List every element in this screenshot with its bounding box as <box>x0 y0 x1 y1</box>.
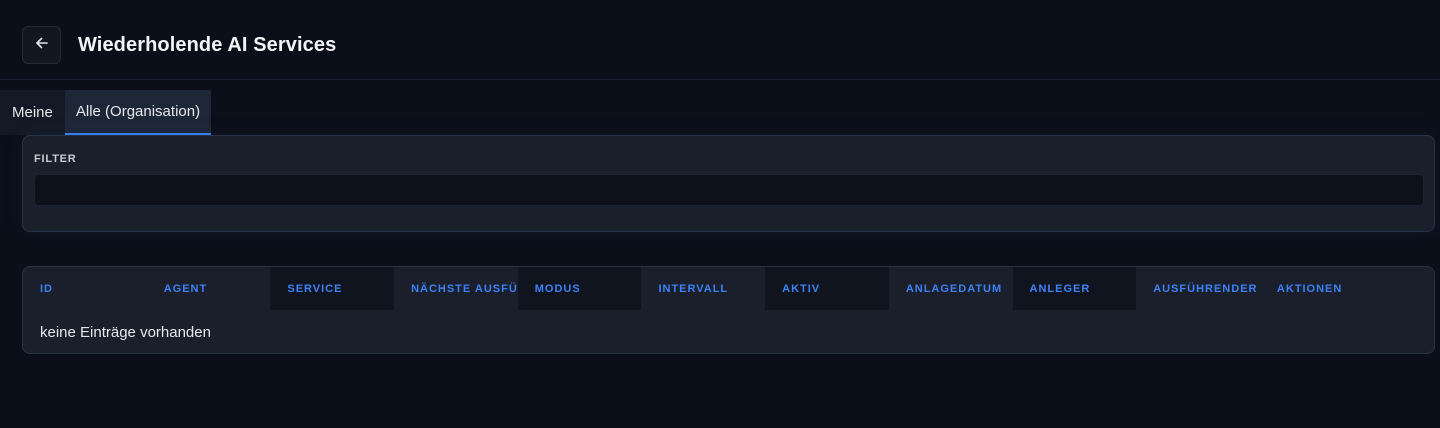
column-header-agent[interactable]: AGENT <box>146 267 271 310</box>
empty-state-row: keine Einträge vorhanden <box>40 323 211 341</box>
column-header-intervall[interactable]: INTERVALL <box>641 267 766 310</box>
table-header-row: ID AGENT SERVICE NÄCHSTE AUSFÜH MODUS IN… <box>23 267 1434 310</box>
column-header-service[interactable]: SERVICE <box>270 267 395 310</box>
page-title: Wiederholende AI Services <box>78 34 337 56</box>
tab-meine[interactable]: Meine <box>0 90 65 135</box>
page-header: Wiederholende AI Services <box>0 0 1440 80</box>
column-header-aktionen[interactable]: AKTIONEN <box>1259 267 1434 310</box>
filter-panel: FILTER <box>22 135 1435 232</box>
column-header-modus[interactable]: MODUS <box>517 267 642 310</box>
back-button[interactable] <box>22 26 61 64</box>
filter-label: FILTER <box>34 153 77 165</box>
tab-alle-organisation[interactable]: Alle (Organisation) <box>64 90 212 135</box>
column-header-aktiv[interactable]: AKTIV <box>765 267 889 310</box>
column-header-naechste-ausfuehrung[interactable]: NÄCHSTE AUSFÜH <box>394 267 518 310</box>
column-header-ausfuehrender-benutzer[interactable]: AUSFÜHRENDER B <box>1136 267 1260 310</box>
filter-input[interactable] <box>34 174 1424 206</box>
services-table: ID AGENT SERVICE NÄCHSTE AUSFÜH MODUS IN… <box>22 266 1435 354</box>
column-header-id[interactable]: ID <box>23 267 147 310</box>
arrow-left-icon <box>34 35 50 56</box>
tab-bar: Meine Alle (Organisation) <box>0 90 212 135</box>
column-header-anlagedatum[interactable]: ANLAGEDATUM <box>888 267 1013 310</box>
column-header-anleger[interactable]: ANLEGER <box>1012 267 1137 310</box>
